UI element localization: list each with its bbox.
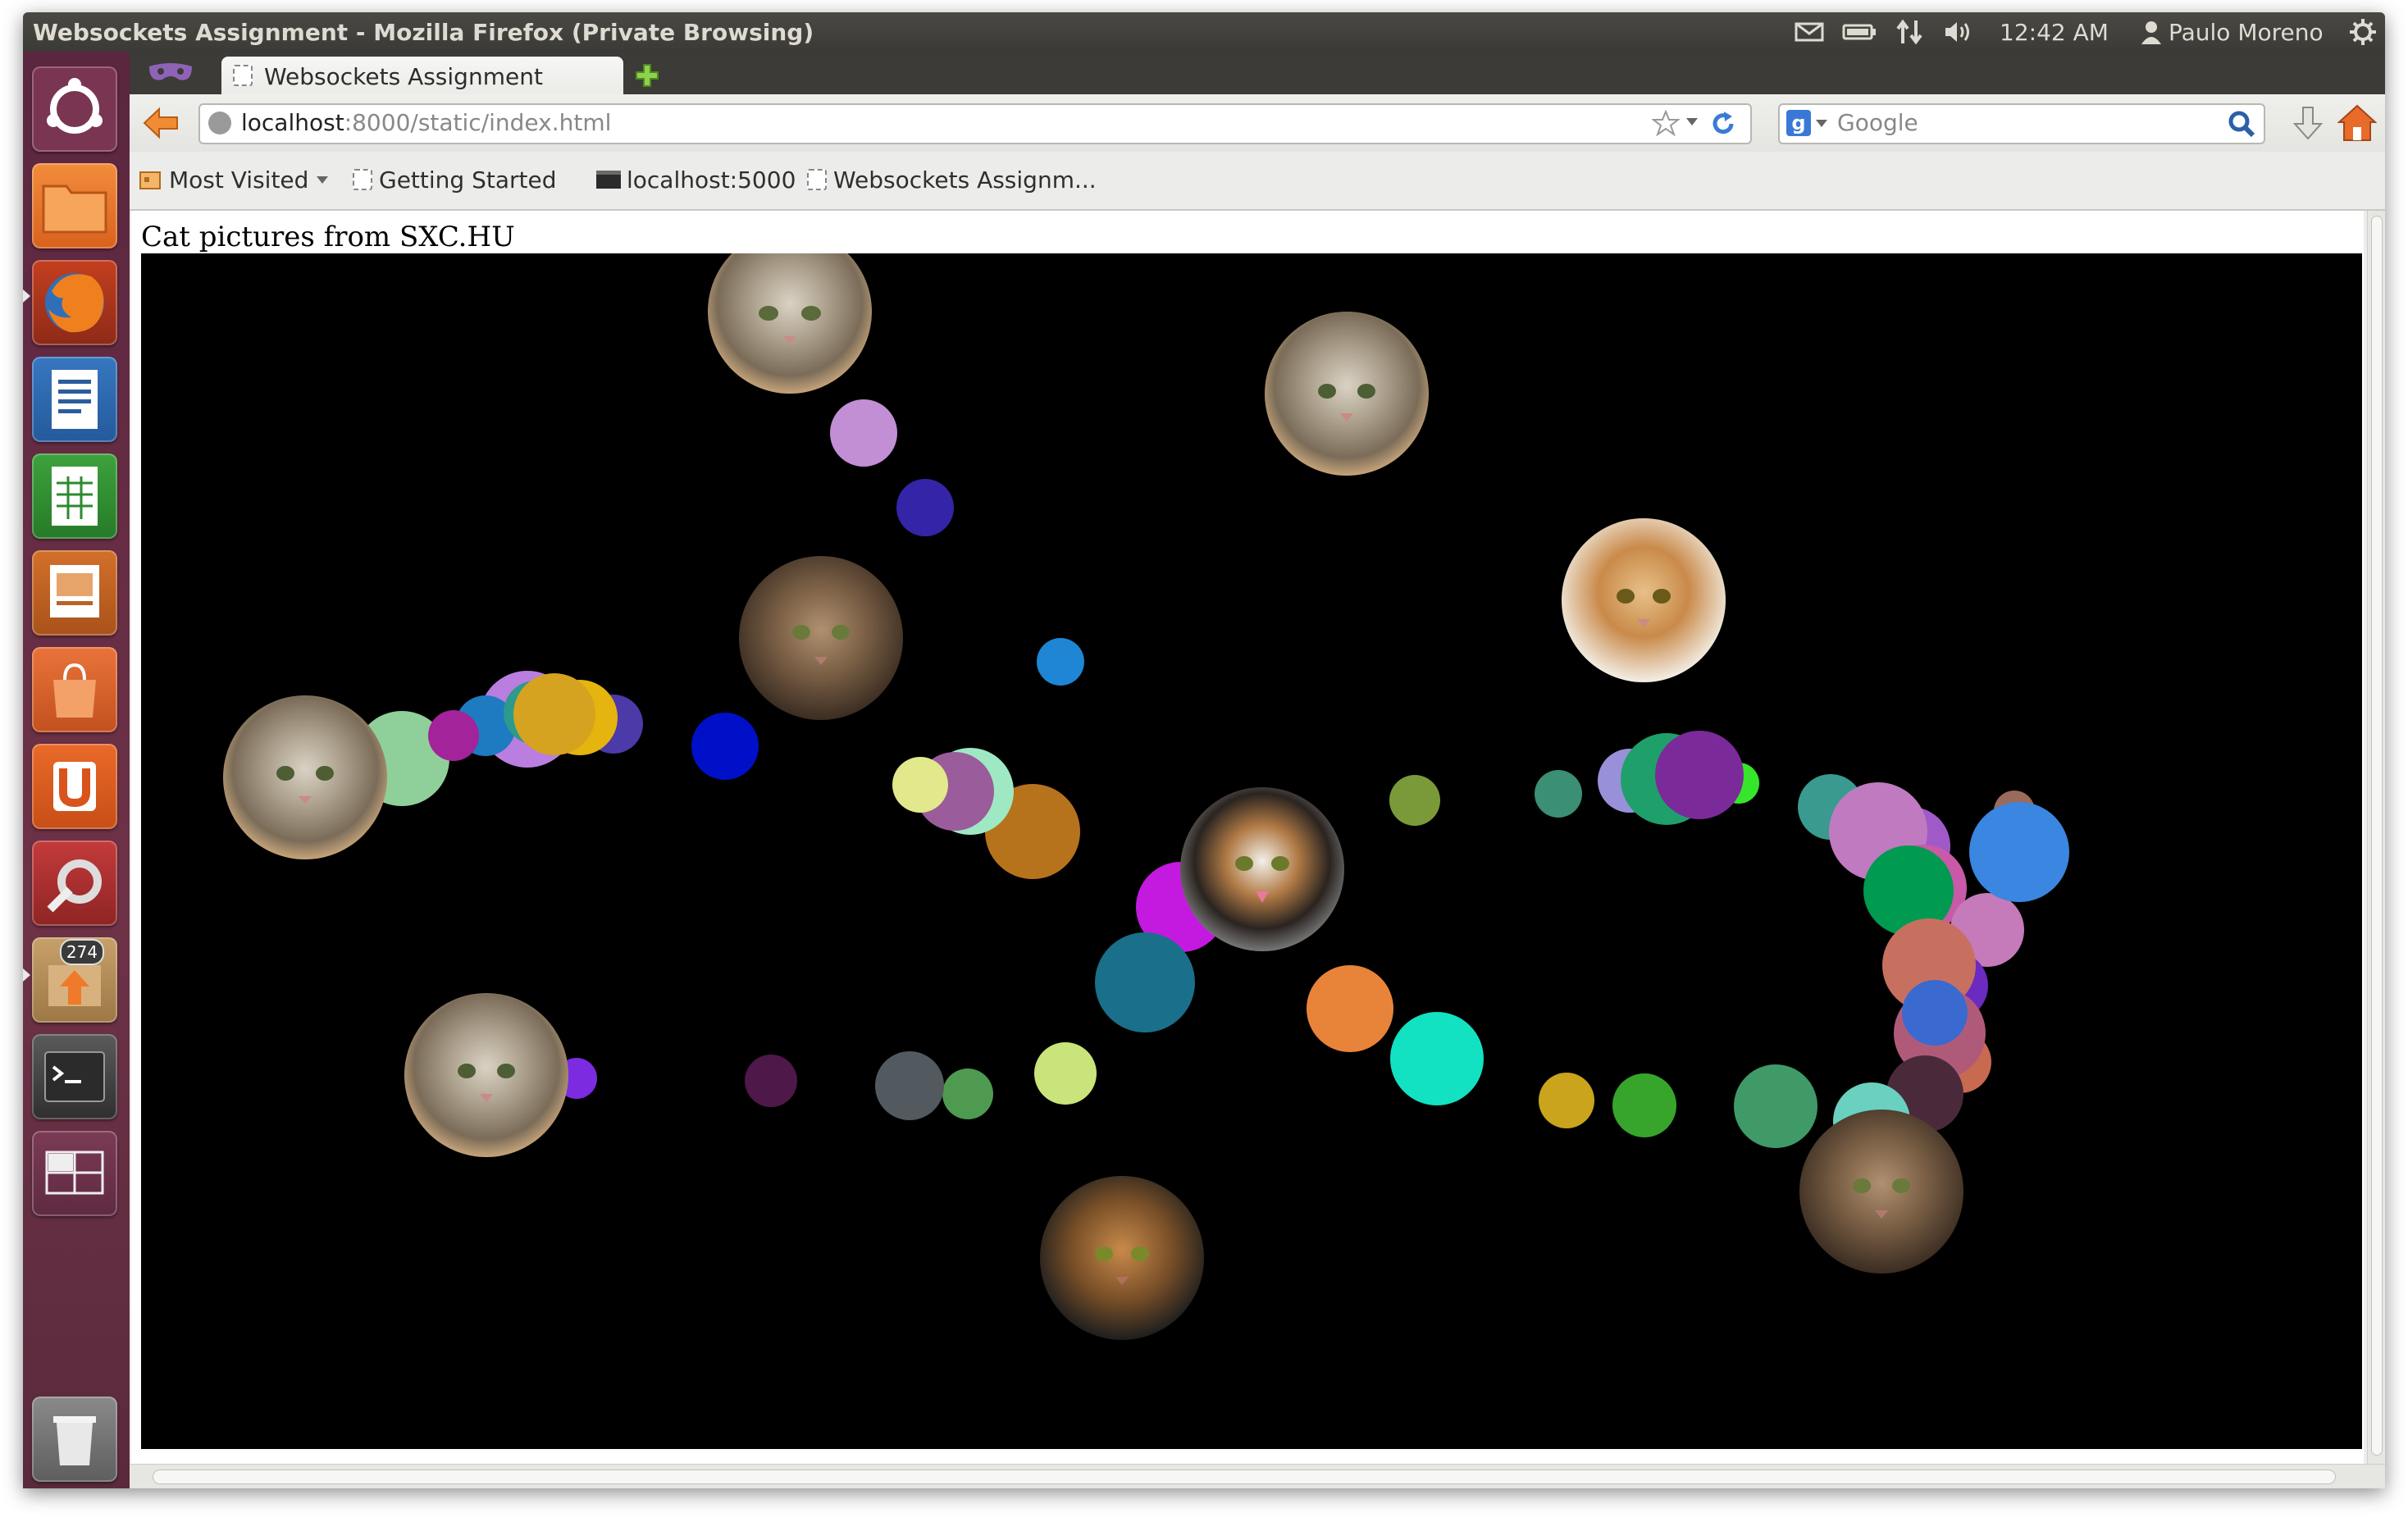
- running-indicator: [23, 289, 30, 303]
- terminal-icon: [44, 1051, 105, 1102]
- downloads-icon[interactable]: [2292, 106, 2324, 145]
- mail-icon[interactable]: [1795, 17, 1824, 47]
- cat-photo: [739, 556, 903, 720]
- search-icon[interactable]: [2228, 110, 2255, 141]
- shopping-bag-icon: [53, 663, 96, 718]
- user-name: Paulo Moreno: [2169, 18, 2324, 46]
- page-icon: [807, 169, 827, 190]
- user-menu[interactable]: Paulo Moreno: [2141, 17, 2324, 47]
- presentation-icon: [50, 565, 99, 617]
- volume-icon[interactable]: [1942, 17, 1975, 47]
- ubuntu-one-icon: [53, 762, 96, 811]
- folder-icon: [42, 185, 107, 234]
- engine-dropdown-icon[interactable]: [1816, 120, 1827, 127]
- network-icon[interactable]: [1895, 17, 1924, 47]
- horizontal-scrollbar[interactable]: [130, 1464, 2385, 1488]
- cat-photo: [1562, 518, 1726, 682]
- page-content: Cat pictures from SXC.HU: [131, 211, 2364, 1464]
- history-dropdown-icon[interactable]: [1686, 118, 1698, 125]
- launcher-ubuntu-dash[interactable]: [32, 66, 117, 152]
- launcher-firefox[interactable]: [32, 260, 117, 345]
- firefox-icon: [45, 273, 104, 333]
- chevron-down-icon: [317, 175, 329, 184]
- update-count-badge: 274: [60, 939, 104, 965]
- url-host: localhost: [241, 109, 344, 136]
- tab-strip: Websockets Assignment: [130, 52, 2385, 94]
- url-path: :8000/static/index.html: [344, 109, 612, 136]
- paint-dots: [354, 349, 2069, 1160]
- launcher-ubuntu-one[interactable]: [32, 744, 117, 829]
- bookmark-label: Getting Started: [379, 166, 557, 194]
- launcher-trash[interactable]: [32, 1397, 117, 1482]
- desktop-window: Websockets Assignment - Mozilla Firefox …: [23, 12, 2385, 1488]
- search-placeholder: Google: [1837, 109, 1918, 136]
- search-bar[interactable]: g Google: [1778, 103, 2265, 144]
- tab-label: Websockets Assignment: [264, 63, 543, 90]
- bookmark-getting-started[interactable]: Getting Started: [353, 162, 556, 198]
- session-gear-icon[interactable]: [2349, 17, 2377, 47]
- reload-icon[interactable]: [1709, 110, 1737, 141]
- tab-websockets-assignment[interactable]: Websockets Assignment: [221, 57, 623, 94]
- launcher-writer[interactable]: [32, 357, 117, 442]
- trash-icon: [53, 1416, 96, 1465]
- launcher-terminal[interactable]: [32, 1034, 117, 1119]
- workspace-icon: [45, 1151, 104, 1195]
- unity-launcher: 274: [23, 52, 130, 1488]
- bookmarks-toolbar: Most Visited Getting Started localhost:5…: [130, 152, 2385, 211]
- page-icon: [353, 169, 372, 190]
- bookmark-label: Websockets Assignm...: [833, 166, 1097, 194]
- url-bar[interactable]: localhost:8000/static/index.html: [198, 103, 1752, 144]
- url-text[interactable]: localhost:8000/static/index.html: [241, 109, 611, 136]
- cat-photo: [223, 695, 387, 859]
- navigation-toolbar: localhost:8000/static/index.html g Googl…: [130, 94, 2385, 152]
- home-icon[interactable]: [2337, 104, 2378, 145]
- ubuntu-logo-icon: [47, 78, 103, 134]
- cat-photo: [1180, 787, 1344, 951]
- bookmark-label: localhost:5000: [627, 166, 796, 194]
- battery-icon[interactable]: [1842, 17, 1877, 47]
- clock[interactable]: 12:42 AM: [2000, 17, 2109, 47]
- settings-icon: [47, 859, 102, 913]
- most-visited-icon: [139, 171, 161, 189]
- cat-photo: [708, 230, 872, 394]
- back-button[interactable]: [141, 106, 180, 140]
- launcher-workspace-switcher[interactable]: [32, 1131, 117, 1216]
- spreadsheet-icon: [52, 467, 98, 526]
- horizontal-scroll-thumb[interactable]: [153, 1470, 2336, 1484]
- google-engine-icon[interactable]: g: [1786, 110, 1811, 136]
- launcher-software-center[interactable]: [32, 647, 117, 732]
- running-indicator: [23, 968, 30, 982]
- launcher-files[interactable]: [32, 163, 117, 248]
- back-arrow-icon: [143, 107, 178, 139]
- bookmark-star-icon[interactable]: [1651, 109, 1681, 139]
- canvas-drawing: [223, 230, 2069, 1340]
- document-icon: [52, 370, 98, 429]
- page-icon: [233, 65, 253, 86]
- new-tab-button[interactable]: [632, 62, 663, 89]
- terminal-page-icon: [596, 171, 621, 189]
- bookmark-websockets-assignment[interactable]: Websockets Assignm...: [807, 162, 1097, 198]
- bookmark-most-visited[interactable]: Most Visited: [138, 162, 329, 198]
- window-title: Websockets Assignment - Mozilla Firefox …: [33, 19, 814, 46]
- bookmark-label: Most Visited: [169, 166, 309, 194]
- launcher-calc[interactable]: [32, 453, 117, 539]
- plus-icon: [636, 64, 659, 87]
- user-icon: [2141, 21, 2161, 44]
- private-browsing-icon: [146, 58, 195, 89]
- firefox-window: Websockets Assignment localhost:8000/sta…: [130, 52, 2385, 1488]
- drawing-canvas[interactable]: [141, 230, 2362, 1449]
- cat-photo: [1265, 312, 1429, 476]
- top-panel: Websockets Assignment - Mozilla Firefox …: [23, 12, 2385, 52]
- cat-photo: [1040, 1176, 1204, 1340]
- vertical-scroll-thumb[interactable]: [2371, 216, 2383, 1456]
- cat-photo: [404, 993, 568, 1157]
- page-caption: Cat pictures from SXC.HU: [141, 221, 515, 253]
- bookmark-localhost-5000[interactable]: localhost:5000: [595, 162, 796, 198]
- launcher-system-settings[interactable]: [32, 841, 117, 926]
- launcher-impress[interactable]: [32, 550, 117, 636]
- cat-photo: [1799, 1110, 1963, 1274]
- site-identity-icon[interactable]: [208, 112, 231, 134]
- launcher-update-manager[interactable]: 274: [32, 937, 117, 1023]
- vertical-scrollbar[interactable]: [2367, 211, 2385, 1464]
